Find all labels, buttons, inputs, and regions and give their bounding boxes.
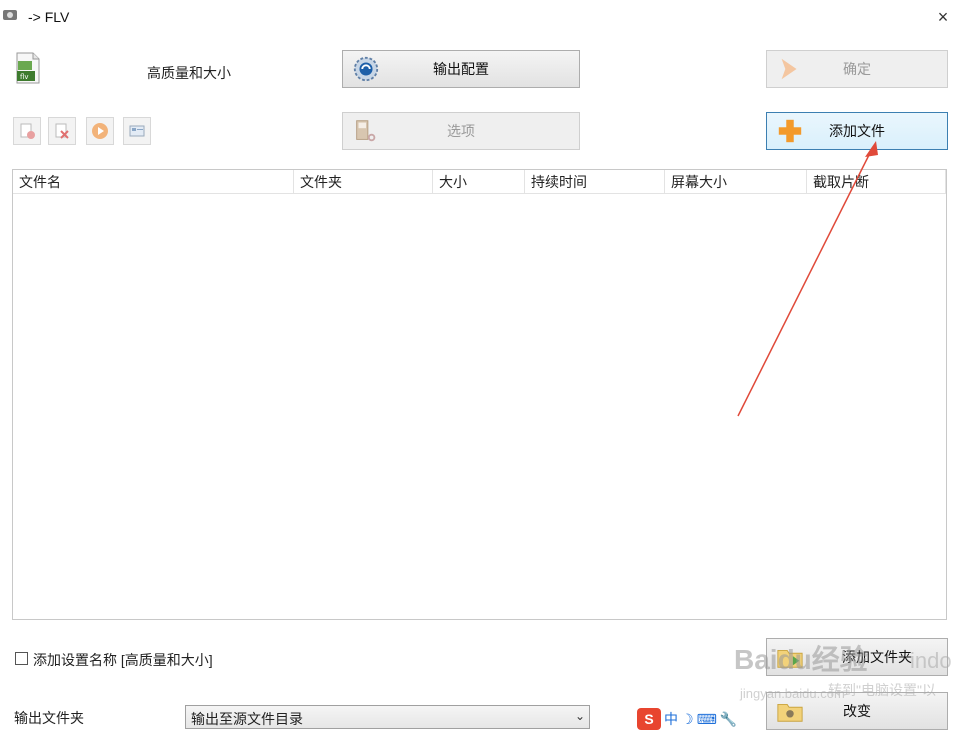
output-config-label: 输出配置 bbox=[433, 61, 489, 77]
profile-label: 高质量和大小 bbox=[147, 65, 231, 81]
output-folder-label: 输出文件夹 bbox=[14, 710, 84, 726]
options-button[interactable]: 选项 bbox=[342, 112, 580, 150]
flv-file-icon: flv bbox=[16, 52, 40, 84]
gear-globe-icon bbox=[353, 56, 379, 82]
play-button[interactable] bbox=[86, 117, 114, 145]
film-scissors-icon bbox=[356, 120, 376, 142]
title-bar: -> FLV × bbox=[0, 0, 958, 34]
ime-toolbar[interactable]: S 中 ☽ ⌨ 🔧 bbox=[637, 707, 737, 731]
ok-label: 确定 bbox=[843, 61, 871, 77]
folder-add-icon bbox=[777, 650, 803, 668]
change-button[interactable]: 改变 bbox=[766, 692, 948, 730]
remove-icon bbox=[20, 123, 35, 139]
column-duration[interactable]: 持续时间 bbox=[525, 170, 665, 194]
add-name-checkbox[interactable] bbox=[15, 652, 28, 665]
annotation-arrow bbox=[737, 141, 878, 417]
change-label: 改变 bbox=[843, 703, 871, 719]
moon-icon[interactable]: ☽ bbox=[681, 711, 694, 728]
ime-lang-icon[interactable]: 中 bbox=[664, 709, 678, 729]
output-folder-select[interactable]: 输出至源文件目录 ⌄ bbox=[185, 705, 590, 729]
add-name-label: 添加设置名称 [高质量和大小] bbox=[33, 652, 213, 668]
play-icon bbox=[92, 123, 108, 139]
app-icon bbox=[3, 10, 17, 20]
remove-item-button[interactable] bbox=[13, 117, 41, 145]
options-label: 选项 bbox=[447, 123, 475, 139]
add-folder-label: 添加文件夹 bbox=[842, 649, 912, 665]
output-folder-value: 输出至源文件目录 bbox=[191, 711, 303, 727]
column-folder[interactable]: 文件夹 bbox=[294, 170, 433, 194]
chevron-down-icon: ⌄ bbox=[574, 709, 585, 723]
sogou-logo-icon[interactable]: S bbox=[637, 708, 661, 730]
window-title: -> FLV bbox=[28, 9, 70, 25]
ok-button[interactable]: 确定 bbox=[766, 50, 948, 88]
output-config-button[interactable]: 输出配置 bbox=[342, 50, 580, 88]
info-button[interactable] bbox=[123, 117, 151, 145]
delete-item-button[interactable] bbox=[48, 117, 76, 145]
arrow-right-icon bbox=[781, 58, 797, 80]
flv-badge-text: flv bbox=[20, 73, 29, 81]
close-button[interactable]: × bbox=[928, 4, 958, 30]
folder-camera-icon bbox=[777, 704, 803, 722]
info-icon bbox=[129, 125, 145, 137]
keyboard-icon[interactable]: ⌨ bbox=[697, 711, 717, 728]
add-folder-button[interactable]: 添加文件夹 bbox=[766, 638, 948, 676]
delete-icon bbox=[55, 123, 69, 139]
column-filename[interactable]: 文件名 bbox=[13, 170, 294, 194]
column-size[interactable]: 大小 bbox=[433, 170, 525, 194]
wrench-icon[interactable]: 🔧 bbox=[720, 711, 737, 728]
